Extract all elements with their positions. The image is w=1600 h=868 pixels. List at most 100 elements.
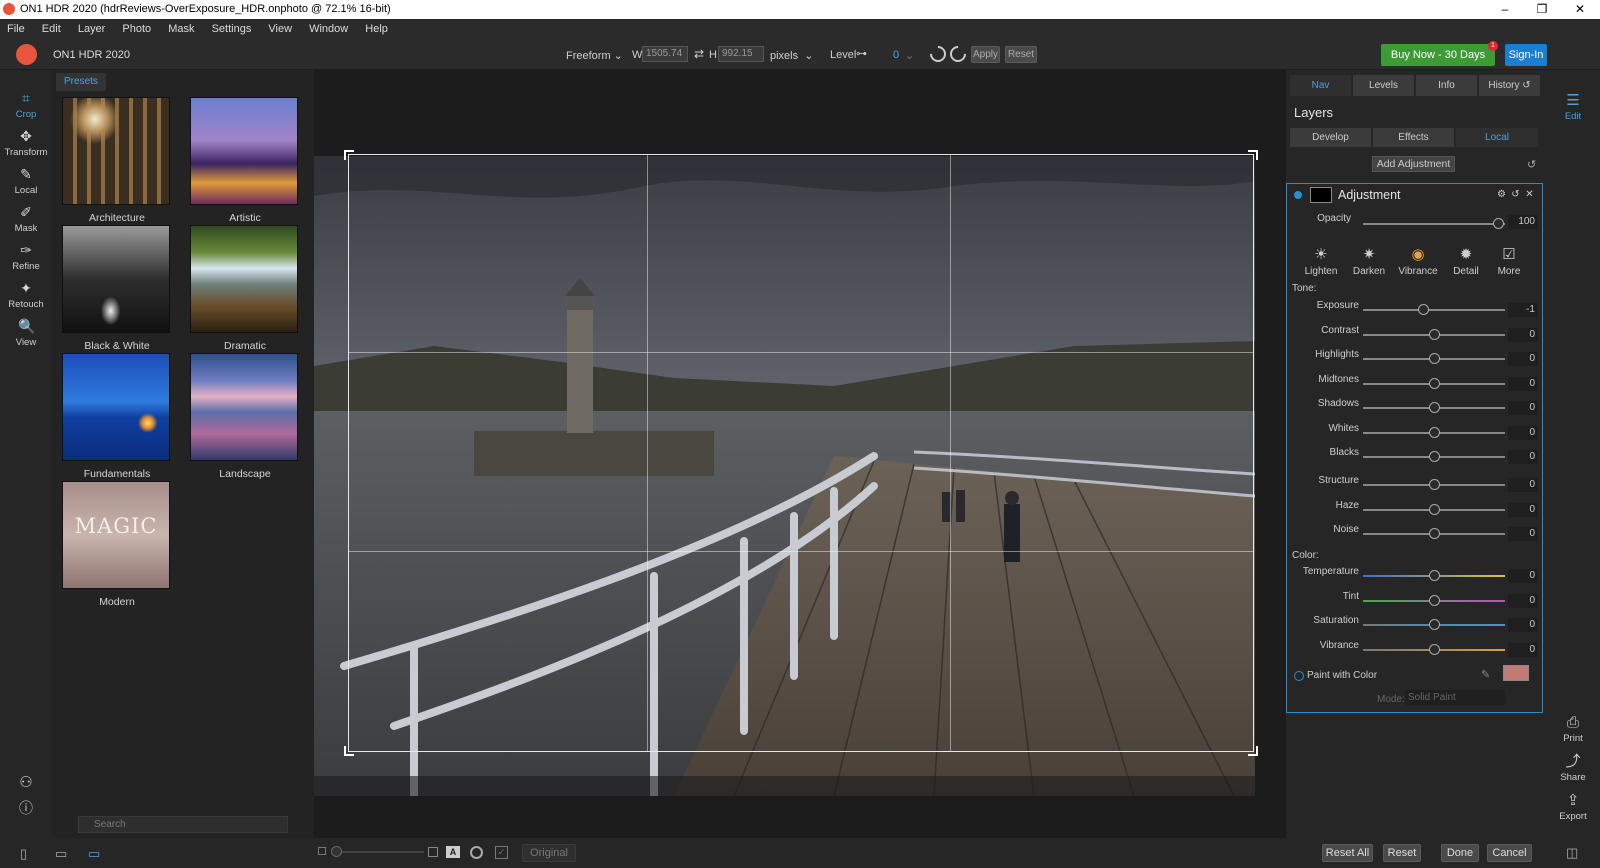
opacity-value[interactable]: 100 bbox=[1508, 215, 1538, 229]
slider-knob[interactable] bbox=[1417, 304, 1429, 315]
slider-track[interactable] bbox=[1363, 309, 1505, 311]
slider-knob[interactable] bbox=[1429, 594, 1440, 606]
mask-view-icon[interactable] bbox=[470, 846, 483, 859]
restore-button[interactable]: ❐ bbox=[1522, 0, 1562, 19]
preset-landscape[interactable]: Landscape bbox=[190, 353, 300, 480]
image-canvas[interactable] bbox=[314, 70, 1286, 838]
menu-settings[interactable]: Settings bbox=[205, 19, 259, 39]
units-select[interactable]: pixels ⌄ bbox=[770, 49, 813, 62]
reset-icon[interactable]: ↺ bbox=[1510, 189, 1521, 200]
slider-value[interactable]: 0 bbox=[1508, 593, 1538, 608]
layer-mask-thumbnail[interactable] bbox=[1310, 187, 1332, 203]
tool-retouch[interactable]: ✦ Retouch bbox=[0, 280, 52, 310]
preset-architecture[interactable]: Architecture bbox=[62, 97, 172, 224]
zoom-slider-knob[interactable] bbox=[331, 846, 342, 857]
slider-value[interactable]: 0 bbox=[1508, 327, 1538, 342]
preset-black-white[interactable]: Black & White bbox=[62, 225, 172, 352]
tool-refine[interactable]: ✑ Refine bbox=[0, 242, 52, 272]
original-button[interactable]: Original bbox=[522, 844, 576, 862]
subtab-effects[interactable]: Effects bbox=[1373, 128, 1454, 147]
layer-visibility-dot[interactable] bbox=[1294, 191, 1302, 199]
reset-layer-icon[interactable]: ↺ bbox=[1527, 158, 1536, 171]
swap-dimensions-icon[interactable]: ⇄ bbox=[694, 47, 704, 61]
right-panel-toggle-icon[interactable]: ◫ bbox=[1566, 845, 1578, 861]
preset-artistic[interactable]: Artistic bbox=[190, 97, 300, 224]
slider-value[interactable]: 0 bbox=[1508, 502, 1538, 517]
slider-value[interactable]: 0 bbox=[1508, 352, 1538, 366]
buy-now-button[interactable]: Buy Now - 30 Days Left bbox=[1381, 44, 1495, 83]
slider-knob[interactable] bbox=[1429, 353, 1440, 364]
tool-mask[interactable]: ✐ Mask bbox=[0, 204, 52, 234]
single-view-icon[interactable]: ▭ bbox=[88, 846, 100, 862]
menu-mask[interactable]: Mask bbox=[161, 19, 201, 39]
done-button[interactable]: Done bbox=[1441, 844, 1479, 862]
slider-knob[interactable] bbox=[1429, 528, 1440, 539]
tab-info[interactable]: Info bbox=[1416, 75, 1477, 96]
slider-value[interactable]: 0 bbox=[1508, 376, 1538, 391]
darken-preset[interactable]: ✷ Darken bbox=[1347, 246, 1391, 277]
rotate-left-icon[interactable] bbox=[926, 42, 950, 66]
fit-icon[interactable] bbox=[428, 847, 438, 857]
auto-icon[interactable]: A bbox=[446, 846, 460, 858]
subtab-develop[interactable]: Develop bbox=[1290, 128, 1371, 147]
tool-crop[interactable]: ⌗ Crop bbox=[0, 90, 52, 120]
menu-view[interactable]: View bbox=[261, 19, 299, 39]
preview-check-icon[interactable]: ✓ bbox=[495, 846, 508, 859]
export-button[interactable]: ⇪ Export bbox=[1546, 792, 1600, 822]
rotate-right-icon[interactable] bbox=[946, 42, 970, 66]
slider-value[interactable]: -1 bbox=[1508, 303, 1538, 317]
slider-value[interactable]: 0 bbox=[1508, 450, 1538, 464]
sign-in-button[interactable]: Sign-In bbox=[1505, 44, 1547, 66]
apply-button[interactable]: Apply bbox=[971, 46, 1000, 63]
minimize-button[interactable]: – bbox=[1485, 0, 1525, 19]
width-input[interactable]: 1505.74 bbox=[642, 46, 688, 62]
preset-search-input[interactable]: Search bbox=[78, 816, 288, 833]
detail-preset[interactable]: ✹ Detail bbox=[1444, 246, 1488, 277]
slider-knob[interactable] bbox=[1429, 643, 1440, 655]
menu-edit[interactable]: Edit bbox=[35, 19, 68, 39]
slider-knob[interactable] bbox=[1429, 328, 1440, 340]
lighten-preset[interactable]: ☀ Lighten bbox=[1299, 246, 1343, 277]
zoom-slider[interactable] bbox=[334, 851, 424, 853]
menu-photo[interactable]: Photo bbox=[115, 19, 158, 39]
tab-nav[interactable]: Nav bbox=[1290, 75, 1351, 96]
menu-help[interactable]: Help bbox=[358, 19, 395, 39]
preset-dramatic[interactable]: Dramatic bbox=[190, 225, 300, 352]
slider-value[interactable]: 0 bbox=[1508, 478, 1538, 492]
close-icon[interactable]: ✕ bbox=[1524, 189, 1535, 200]
mode-select[interactable]: Solid Paint bbox=[1405, 690, 1505, 705]
panel-toggle-icon[interactable]: ▯ bbox=[20, 846, 27, 862]
preset-modern[interactable]: MAGIC Modern bbox=[62, 481, 172, 608]
slider-value[interactable]: 0 bbox=[1508, 569, 1538, 583]
slider-value[interactable]: 0 bbox=[1508, 527, 1538, 541]
vibrance-preset[interactable]: ◉ Vibrance bbox=[1396, 246, 1440, 277]
tab-history[interactable]: History ↺ bbox=[1479, 75, 1540, 96]
opacity-slider-knob[interactable] bbox=[1492, 218, 1504, 229]
eyedropper-icon[interactable]: ✎ bbox=[1481, 668, 1490, 681]
crop-mode-select[interactable]: Freeform ⌄ bbox=[566, 49, 623, 62]
menu-layer[interactable]: Layer bbox=[71, 19, 113, 39]
tab-levels[interactable]: Levels bbox=[1353, 75, 1414, 96]
crop-corner-handle[interactable] bbox=[1248, 150, 1258, 160]
slider-knob[interactable] bbox=[1429, 377, 1440, 389]
slider-value[interactable]: 0 bbox=[1508, 618, 1538, 632]
paint-color-swatch[interactable] bbox=[1503, 665, 1529, 681]
filmstrip-icon[interactable]: ▭ bbox=[55, 846, 67, 862]
print-button[interactable]: ⎙ Print bbox=[1546, 714, 1600, 744]
share-button[interactable]: ⤴ Share bbox=[1546, 753, 1600, 783]
user-icon[interactable]: ⚇ bbox=[0, 773, 52, 791]
level-tool-icon[interactable]: ⊶ bbox=[856, 47, 867, 60]
slider-value[interactable]: 0 bbox=[1508, 642, 1538, 657]
slider-knob[interactable] bbox=[1429, 619, 1440, 630]
reset-all-button[interactable]: Reset All bbox=[1322, 844, 1373, 862]
slider-knob[interactable] bbox=[1429, 426, 1440, 438]
zoom-out-icon[interactable] bbox=[318, 847, 326, 855]
presets-tab[interactable]: Presets bbox=[56, 73, 106, 91]
slider-knob[interactable] bbox=[1429, 402, 1440, 413]
preset-fundamentals[interactable]: Fundamentals bbox=[62, 353, 172, 480]
tool-view[interactable]: 🔍 View bbox=[0, 318, 52, 348]
tool-local[interactable]: ✎ Local bbox=[0, 166, 52, 196]
reset-button[interactable]: Reset bbox=[1383, 844, 1421, 862]
slider-value[interactable]: 0 bbox=[1508, 401, 1538, 415]
crop-corner-handle[interactable] bbox=[344, 746, 354, 756]
